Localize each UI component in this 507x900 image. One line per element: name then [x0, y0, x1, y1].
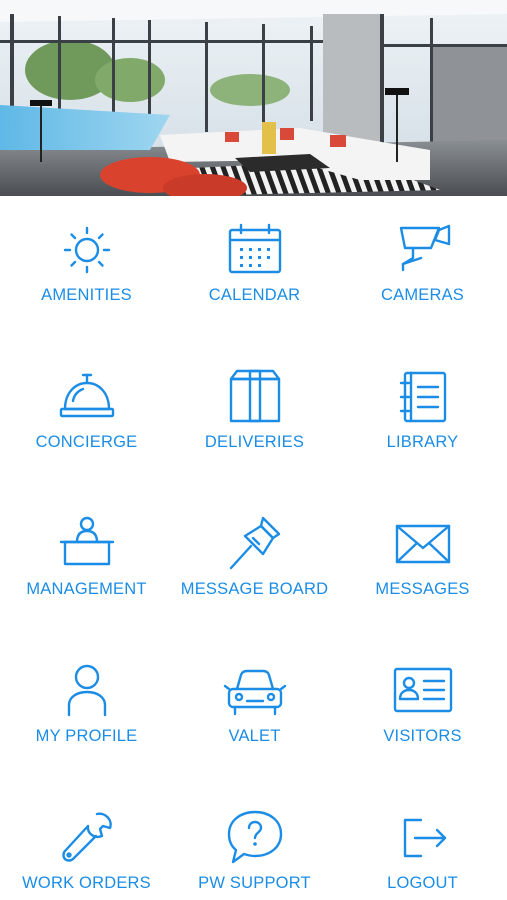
menu-item-concierge[interactable]: CONCIERGE	[2, 343, 171, 490]
menu-item-pw-support[interactable]: PW SUPPORT	[170, 784, 339, 900]
menu-item-label: MY PROFILE	[35, 727, 138, 745]
menu-item-label: AMENITIES	[41, 286, 132, 304]
menu-item-amenities[interactable]: AMENITIES	[2, 196, 171, 343]
menu-item-label: VISITORS	[383, 727, 462, 745]
calendar-icon	[223, 218, 287, 282]
security-camera-icon	[391, 218, 455, 282]
menu-item-calendar[interactable]: CALENDAR	[170, 196, 339, 343]
menu-grid: AMENITIES CALENDAR CAMERAS CONCIERGE DEL…	[0, 196, 507, 900]
car-icon	[223, 659, 287, 723]
service-bell-icon	[55, 365, 119, 429]
menu-item-label: LOGOUT	[387, 874, 458, 892]
package-icon	[223, 365, 287, 429]
menu-item-message-board[interactable]: MESSAGE BOARD	[170, 490, 339, 637]
menu-item-work-orders[interactable]: WORK ORDERS	[2, 784, 171, 900]
menu-item-messages[interactable]: MESSAGES	[338, 490, 507, 637]
wrench-icon	[55, 806, 119, 870]
menu-item-label: WORK ORDERS	[22, 874, 151, 892]
notebook-icon	[391, 365, 455, 429]
menu-item-management[interactable]: MANAGEMENT	[2, 490, 171, 637]
sun-icon	[55, 218, 119, 282]
menu-item-label: LIBRARY	[386, 433, 459, 451]
menu-item-cameras[interactable]: CAMERAS	[338, 196, 507, 343]
id-card-icon	[391, 659, 455, 723]
logout-icon	[391, 806, 455, 870]
help-bubble-icon	[223, 806, 287, 870]
menu-item-valet[interactable]: VALET	[170, 637, 339, 784]
front-desk-icon	[55, 512, 119, 576]
hero-banner-image	[0, 0, 507, 196]
person-icon	[55, 659, 119, 723]
menu-item-label: CONCIERGE	[35, 433, 138, 451]
menu-item-label: DELIVERIES	[204, 433, 305, 451]
menu-item-my-profile[interactable]: MY PROFILE	[2, 637, 171, 784]
envelope-icon	[391, 512, 455, 576]
menu-item-label: MESSAGE BOARD	[180, 580, 329, 598]
menu-item-visitors[interactable]: VISITORS	[338, 637, 507, 784]
menu-item-deliveries[interactable]: DELIVERIES	[170, 343, 339, 490]
pushpin-icon	[223, 512, 287, 576]
menu-item-label: VALET	[228, 727, 281, 745]
menu-item-label: MESSAGES	[375, 580, 470, 598]
menu-item-label: CAMERAS	[381, 286, 464, 304]
menu-item-label: MANAGEMENT	[26, 580, 147, 598]
menu-item-library[interactable]: LIBRARY	[338, 343, 507, 490]
menu-item-label: PW SUPPORT	[198, 874, 311, 892]
menu-item-label: CALENDAR	[208, 286, 301, 304]
menu-item-logout[interactable]: LOGOUT	[338, 784, 507, 900]
